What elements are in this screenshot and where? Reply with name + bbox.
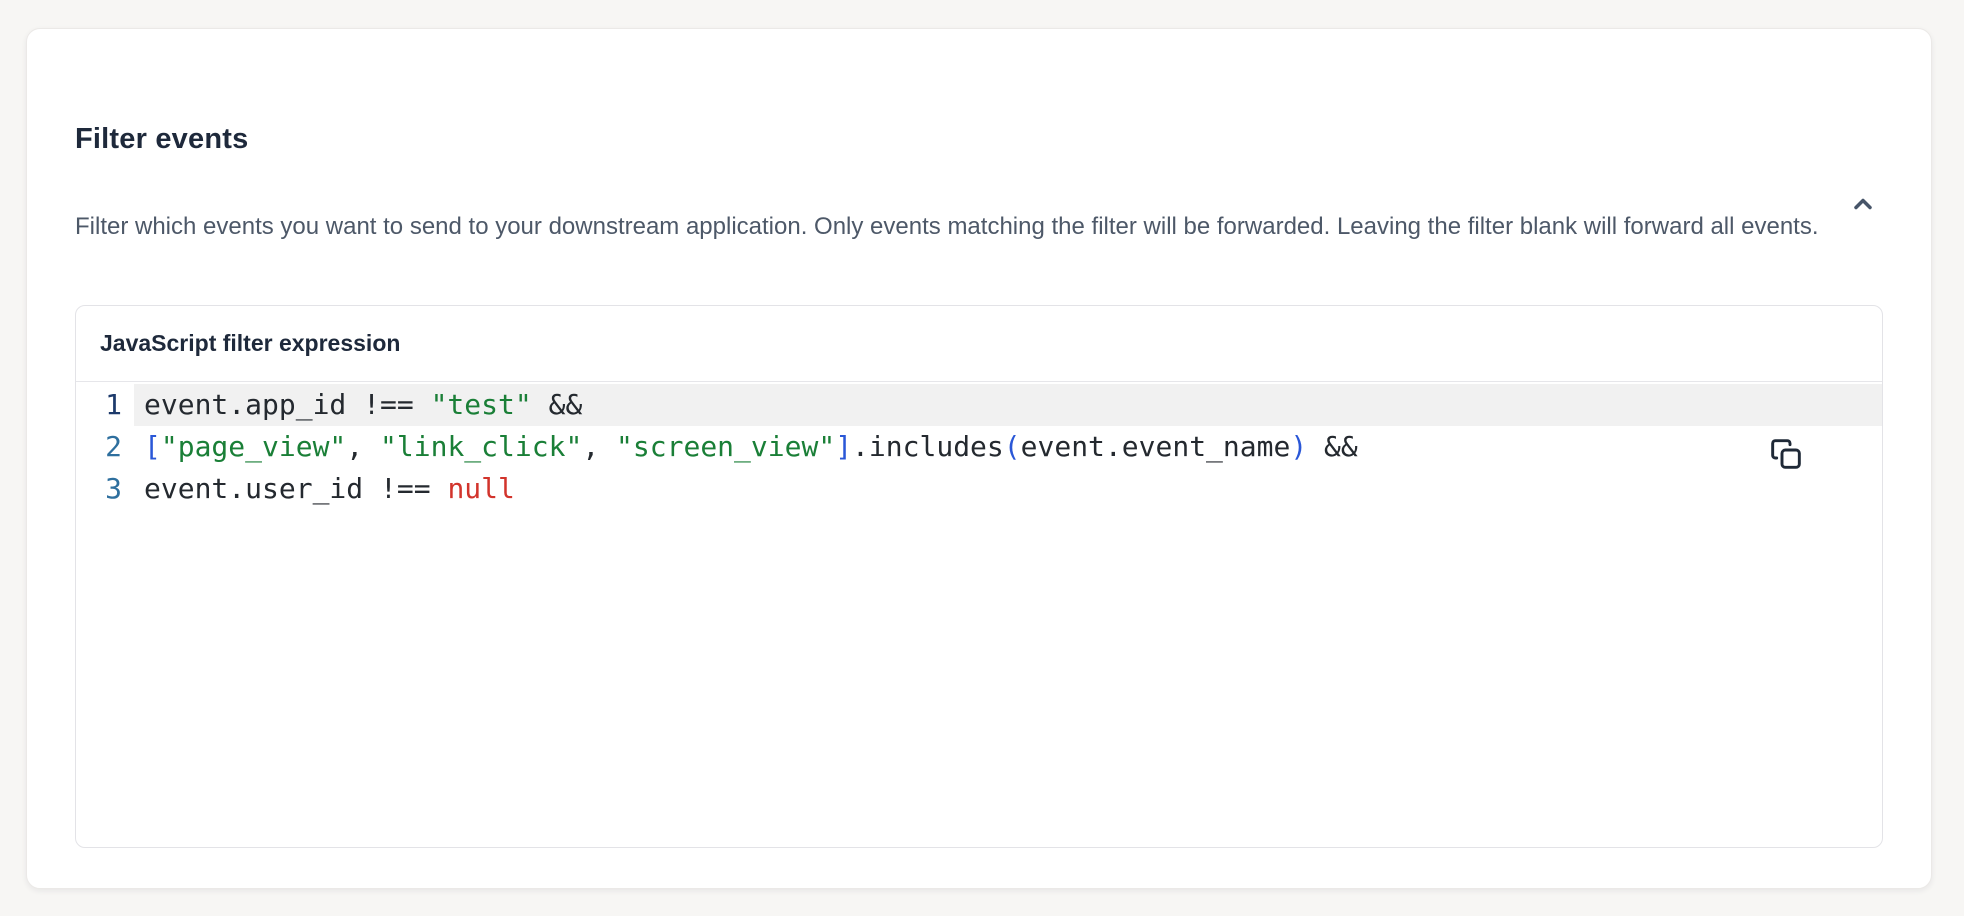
code-token-plain: && bbox=[532, 388, 583, 421]
line-number: 3 bbox=[76, 468, 134, 510]
line-number: 1 bbox=[76, 384, 134, 426]
code-token-plain: && bbox=[1307, 430, 1358, 463]
filter-events-card: Filter events Filter which events you wa… bbox=[26, 28, 1932, 889]
code-line[interactable]: 1event.app_id !== "test" && bbox=[76, 384, 1882, 426]
code-token-string: "screen_view" bbox=[616, 430, 835, 463]
editor-header: JavaScript filter expression bbox=[76, 306, 1882, 382]
code-area[interactable]: 1event.app_id !== "test" &&2["page_view"… bbox=[76, 382, 1882, 847]
code-line[interactable]: 3event.user_id !== null bbox=[76, 468, 1882, 510]
page-title: Filter events bbox=[75, 121, 1883, 157]
code-token-plain: event.event_name bbox=[1021, 430, 1291, 463]
code-token-plain: event.app_id !== bbox=[144, 388, 431, 421]
code-line-content: event.user_id !== null bbox=[134, 468, 1882, 510]
code-token-plain: , bbox=[346, 430, 380, 463]
code-token-plain: .includes bbox=[852, 430, 1004, 463]
code-token-punct: ) bbox=[1290, 430, 1307, 463]
code-token-punct: ] bbox=[835, 430, 852, 463]
code-token-punct: ( bbox=[1004, 430, 1021, 463]
copy-icon bbox=[1770, 438, 1802, 470]
code-token-string: "page_view" bbox=[161, 430, 346, 463]
code-token-punct: [ bbox=[144, 430, 161, 463]
code-token-plain: , bbox=[582, 430, 616, 463]
code-line-content: ["page_view", "link_click", "screen_view… bbox=[134, 426, 1882, 468]
line-number: 2 bbox=[76, 426, 134, 468]
code-line-content: event.app_id !== "test" && bbox=[134, 384, 1882, 426]
collapse-section-button[interactable] bbox=[1843, 184, 1883, 224]
code-lines: 1event.app_id !== "test" &&2["page_view"… bbox=[76, 384, 1882, 510]
copy-code-button[interactable] bbox=[1768, 436, 1804, 472]
chevron-up-icon bbox=[1849, 190, 1877, 218]
panel-description: Filter which events you want to send to … bbox=[75, 205, 1831, 248]
code-token-string: "test" bbox=[431, 388, 532, 421]
editor-label: JavaScript filter expression bbox=[100, 330, 400, 357]
code-token-plain: event.user_id !== bbox=[144, 472, 447, 505]
description-row: Filter which events you want to send to … bbox=[75, 181, 1883, 272]
code-line[interactable]: 2["page_view", "link_click", "screen_vie… bbox=[76, 426, 1882, 468]
code-token-string: "link_click" bbox=[380, 430, 582, 463]
code-token-keyword: null bbox=[447, 472, 514, 505]
code-editor: JavaScript filter expression 1event.app_… bbox=[75, 305, 1883, 848]
